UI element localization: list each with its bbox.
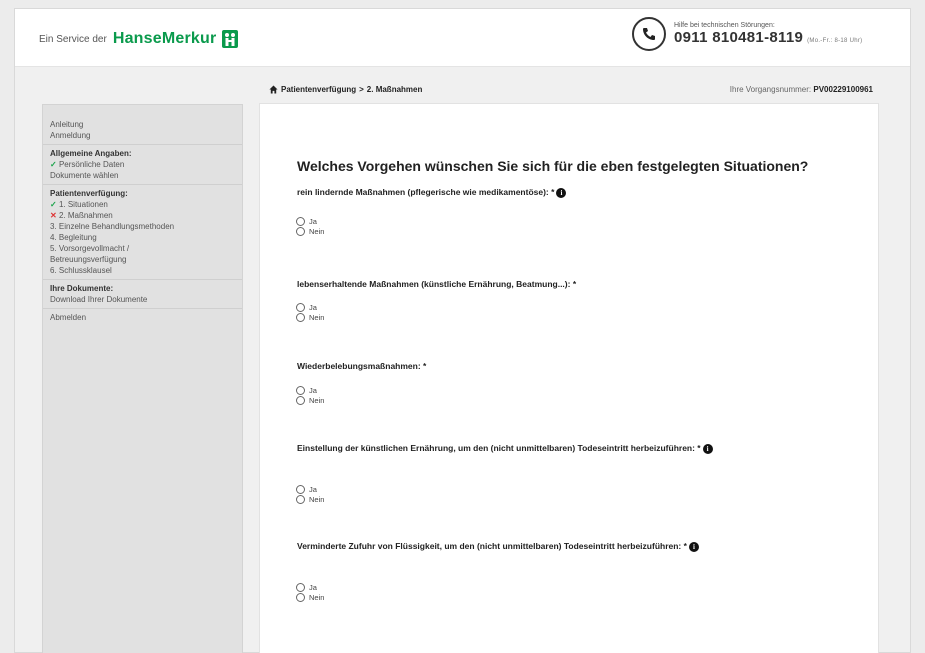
radio-option-nein[interactable]: Nein [296,395,324,405]
divider [43,184,242,185]
sidebar-item-label: 5. Vorsorgevollmacht / [50,244,130,253]
sidebar-nav: Anleitung Anmeldung Allgemeine Angaben: … [42,104,243,653]
sidebar-item-download[interactable]: Download Ihrer Dokumente [43,294,242,305]
info-icon[interactable]: i [556,187,567,198]
site-header: Ein Service der HanseMerkur Hilfe bei te… [15,9,910,67]
radio-option-ja[interactable]: Ja [296,484,324,494]
sidebar-item-situationen[interactable]: ✓ 1. Situationen [43,199,242,210]
case-number-value: PV00229100961 [813,85,873,94]
sidebar-item-anleitung[interactable]: Anleitung [43,119,242,130]
radio-label: Ja [309,216,317,226]
radio-group-q1: Ja Nein [296,216,324,236]
sidebar-item-behandlungsmethoden[interactable]: 3. Einzelne Behandlungsmethoden [43,221,242,232]
sidebar-item-massnahmen[interactable]: ✕ 2. Maßnahmen [43,210,242,221]
radio-option-nein[interactable]: Nein [296,226,324,236]
info-icon[interactable]: i [688,541,699,552]
radio-button[interactable] [296,395,305,405]
sidebar-section-allgemein: Allgemeine Angaben: [50,149,132,158]
radio-label: Nein [309,494,325,504]
radio-group-q3: Ja Nein [296,385,324,405]
phone-icon [632,17,666,51]
radio-label: Ja [309,582,317,592]
sidebar-item-abmelden[interactable]: Abmelden [43,312,242,323]
question-wiederbelebung: Wiederbelebungsmaßnahmen: * [297,361,427,371]
breadcrumb-current: 2. Maßnahmen [366,85,423,94]
radio-button[interactable] [296,582,305,592]
radio-button[interactable] [296,312,305,322]
sidebar-item-anmeldung[interactable]: Anmeldung [43,130,242,141]
sidebar-item-persoenliche-daten[interactable]: ✓ Persönliche Daten [43,159,242,170]
radio-option-nein[interactable]: Nein [296,312,324,322]
question-label: rein lindernde Maßnahmen (pflegerische w… [297,187,555,197]
radio-label: Nein [309,226,325,236]
question-verminderte-fluessigkeit: Verminderte Zufuhr von Flüssigkeit, um d… [297,540,857,553]
sidebar-item-dokumente-waehlen[interactable]: Dokumente wählen [43,170,242,181]
radio-label: Nein [309,395,325,405]
sidebar-item-begleitung[interactable]: 4. Begleitung [43,232,242,243]
radio-label: Ja [309,385,317,395]
radio-label: Ja [309,302,317,312]
question-lebenserhaltende-massnahmen: lebenserhaltende Maßnahmen (künstliche E… [297,279,577,289]
radio-label: Ja [309,484,317,494]
sidebar-item-label: 1. Situationen [58,200,108,209]
page-title: Welches Vorgehen wünschen Sie sich für d… [297,158,809,174]
radio-button[interactable] [296,216,305,226]
cross-icon: ✕ [50,211,57,220]
brand-name: HanseMerkur [112,30,217,47]
radio-label: Nein [309,312,325,322]
radio-group-q4: Ja Nein [296,484,324,504]
hotline-label: Hilfe bei technischen Störungen: [674,22,775,29]
main-form: Welches Vorgehen wünschen Sie sich für d… [259,103,879,653]
sidebar-item-schlussklausel[interactable]: 6. Schlussklausel [43,265,242,276]
radio-label: Nein [309,592,325,602]
radio-option-ja[interactable]: Ja [296,582,324,592]
sidebar-item-label: Betreuungsverfügung [50,255,127,264]
question-einstellung-ernaehrung: Einstellung der künstlichen Ernährung, u… [297,442,857,455]
check-icon: ✓ [50,160,57,169]
divider [43,279,242,280]
browser-frame: Ein Service der HanseMerkur Hilfe bei te… [14,8,911,653]
radio-button[interactable] [296,484,305,494]
radio-group-q5: Ja Nein [296,582,324,602]
breadcrumb-separator: > [359,85,364,94]
radio-option-ja[interactable]: Ja [296,385,324,395]
radio-option-ja[interactable]: Ja [296,216,324,226]
breadcrumb-bar: Patientenverfügung > 2. Maßnahmen Ihre V… [259,79,879,99]
question-lindernde-massnahmen: rein lindernde Maßnahmen (pflegerische w… [297,186,857,199]
hansemerkur-logo-icon [222,30,239,48]
divider [43,308,242,309]
hotline-hours: (Mo.-Fr.: 8-18 Uhr) [807,38,863,44]
breadcrumb-home[interactable]: Patientenverfügung [281,85,356,94]
service-prefix: Ein Service der [39,33,107,45]
radio-option-ja[interactable]: Ja [296,302,324,312]
radio-button[interactable] [296,302,305,312]
check-icon: ✓ [50,200,57,209]
radio-group-q2: Ja Nein [296,302,324,322]
radio-button[interactable] [296,226,305,236]
divider [43,144,242,145]
info-icon[interactable]: i [702,443,713,454]
radio-button[interactable] [296,592,305,602]
sidebar-item-label: Persönliche Daten [58,160,125,169]
sidebar-section-patientenverfuegung: Patientenverfügung: [50,189,128,198]
hotline-number-text: 0911 810481-8119 [674,29,804,46]
question-label: Einstellung der künstlichen Ernährung, u… [297,443,701,453]
radio-option-nein[interactable]: Nein [296,494,324,504]
question-label: Verminderte Zufuhr von Flüssigkeit, um d… [297,541,687,551]
sidebar-section-dokumente: Ihre Dokumente: [50,284,114,293]
case-number: Ihre Vorgangsnummer: PV00229100961 [730,85,873,94]
brand[interactable]: Ein Service der HanseMerkur [39,29,239,49]
radio-button[interactable] [296,494,305,504]
home-icon[interactable] [269,85,278,94]
radio-option-nein[interactable]: Nein [296,592,324,602]
radio-button[interactable] [296,385,305,395]
hotline-number[interactable]: 0911 810481-8119 (Mo.-Fr.: 8-18 Uhr) [674,29,862,46]
breadcrumb: Patientenverfügung > 2. Maßnahmen [269,85,422,94]
sidebar-item-vorsorgevollmacht[interactable]: 5. Vorsorgevollmacht / Betreuungsverfügu… [43,243,242,265]
sidebar-item-label: 2. Maßnahmen [58,211,113,220]
support-hotline: Hilfe bei technischen Störungen: 0911 81… [632,17,862,51]
case-number-label: Ihre Vorgangsnummer: [729,85,812,94]
